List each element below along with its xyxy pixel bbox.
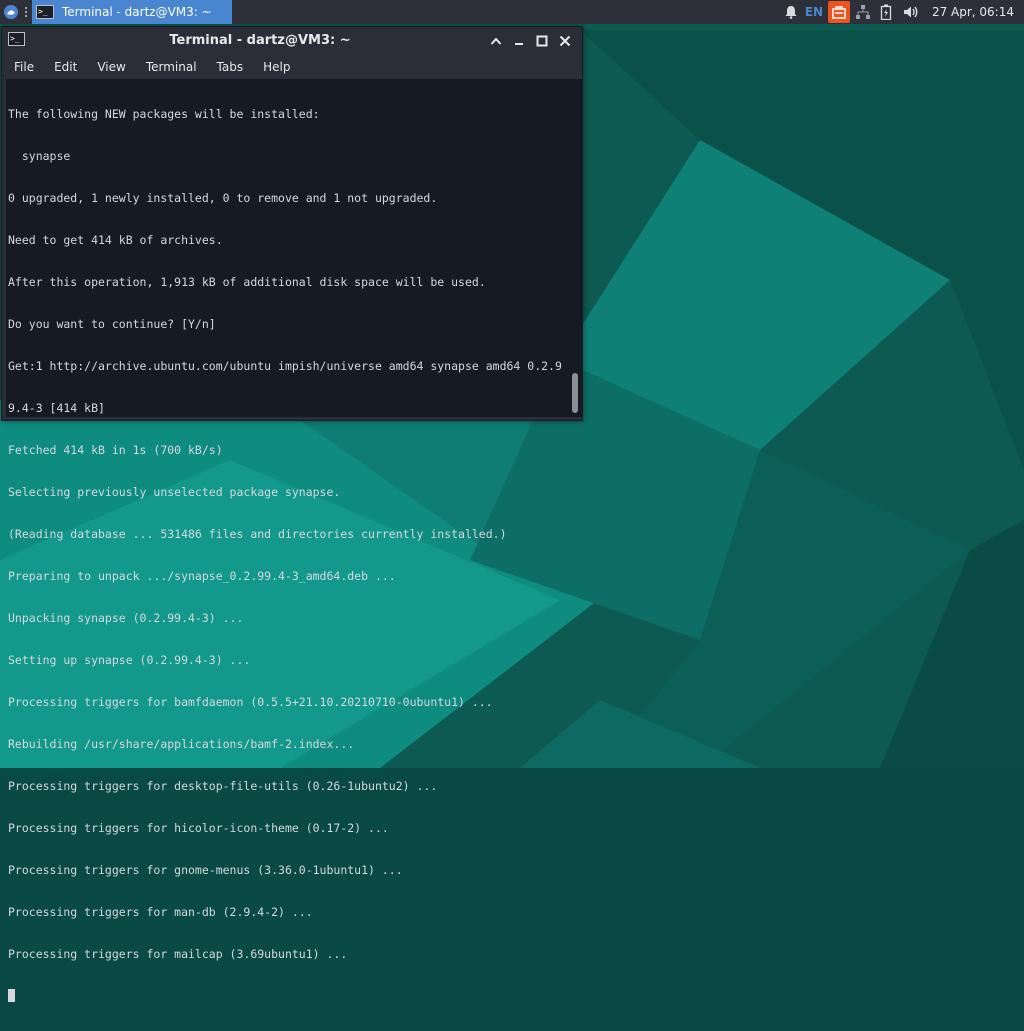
panel-separator (22, 0, 30, 24)
terminal-line: Processing triggers for desktop-file-uti… (8, 779, 438, 793)
vertical-scrollbar[interactable] (570, 79, 580, 417)
terminal-app-icon: >_ (36, 5, 54, 19)
keyboard-layout-label: EN (804, 5, 824, 19)
terminal-line: 0 upgraded, 1 newly installed, 0 to remo… (8, 191, 438, 205)
menu-help[interactable]: Help (251, 55, 298, 79)
terminal-line: Setting up synapse (0.2.99.4-3) ... (8, 653, 251, 667)
notification-bell-icon (785, 6, 797, 19)
terminal-line: Preparing to unpack .../synapse_0.2.99.4… (8, 569, 396, 583)
network-button[interactable] (852, 0, 874, 24)
menu-view[interactable]: View (85, 55, 133, 79)
network-icon (855, 5, 870, 19)
volume-icon (903, 6, 918, 18)
keyboard-layout-button[interactable]: EN (802, 0, 826, 24)
battery-icon (880, 4, 892, 20)
menu-terminal[interactable]: Terminal (134, 55, 205, 79)
top-panel: >_ Terminal - dartz@VM3: ~ EN 27 Apr, 06… (0, 0, 1024, 24)
terminal-line: Processing triggers for mailcap (3.69ubu… (8, 947, 348, 961)
ubuntu-updates-button[interactable] (827, 1, 850, 23)
terminal-window[interactable]: >_ Terminal - dartz@VM3: ~ File Edit Vie… (1, 26, 583, 1002)
terminal-line: synapse (8, 149, 71, 163)
window-titlebar[interactable]: >_ Terminal - dartz@VM3: ~ (2, 27, 582, 55)
terminal-line: Selecting previously unselected package … (8, 485, 341, 499)
terminal-line: 9.4-3 [414 kB] (8, 401, 105, 415)
terminal-line: Get:1 http://archive.ubuntu.com/ubuntu i… (8, 359, 562, 373)
terminal-line: Processing triggers for hicolor-icon-the… (8, 821, 389, 835)
menu-bar: File Edit View Terminal Tabs Help (2, 55, 582, 79)
terminal-line: Fetched 414 kB in 1s (700 kB/s) (8, 443, 223, 457)
terminal-line: Processing triggers for man-db (2.9.4-2)… (8, 905, 313, 919)
close-icon (559, 35, 570, 47)
terminal-cursor-line (8, 989, 568, 1003)
taskbar-terminal-button[interactable]: >_ Terminal - dartz@VM3: ~ (32, 0, 232, 24)
chevron-up-icon (490, 37, 501, 45)
close-button[interactable] (553, 27, 576, 55)
menu-tabs[interactable]: Tabs (205, 55, 252, 79)
terminal-line: Processing triggers for gnome-menus (3.3… (8, 863, 403, 877)
terminal-cursor (8, 989, 15, 1002)
notifications-button[interactable] (780, 0, 802, 24)
clock[interactable]: 27 Apr, 06:14 (924, 5, 1024, 19)
minimize-icon (514, 43, 523, 45)
terminal-line: Processing triggers for bamfdaemon (0.5.… (8, 695, 493, 709)
whisker-menu-icon (4, 5, 18, 19)
terminal-line: The following NEW packages will be insta… (8, 107, 320, 121)
volume-button[interactable] (898, 0, 924, 24)
terminal-line: After this operation, 1,913 kB of additi… (8, 275, 486, 289)
terminal-output-area[interactable]: The following NEW packages will be insta… (6, 79, 582, 1002)
maximize-button[interactable] (530, 27, 553, 55)
terminal-line: Need to get 414 kB of archives. (8, 233, 223, 247)
window-title: Terminal - dartz@VM3: ~ (169, 33, 351, 48)
taskbar-terminal-label: Terminal - dartz@VM3: ~ (62, 5, 212, 19)
terminal-line: (Reading database ... 531486 files and d… (8, 527, 507, 541)
maximize-icon (536, 35, 547, 47)
minimize-button[interactable] (507, 27, 530, 55)
terminal-line: Unpacking synapse (0.2.99.4-3) ... (8, 611, 244, 625)
scrollbar-thumb[interactable] (572, 373, 578, 413)
menu-file[interactable]: File (2, 55, 42, 79)
terminal-line: Do you want to continue? [Y/n] (8, 317, 216, 331)
terminal-line: Rebuilding /usr/share/applications/bamf-… (8, 737, 355, 751)
battery-button[interactable] (874, 0, 898, 24)
ubuntu-updates-icon (832, 6, 846, 19)
menu-edit[interactable]: Edit (42, 55, 85, 79)
terminal-output: The following NEW packages will be insta… (8, 79, 568, 1031)
whisker-menu-button[interactable] (0, 0, 22, 24)
shade-button[interactable] (484, 27, 507, 55)
